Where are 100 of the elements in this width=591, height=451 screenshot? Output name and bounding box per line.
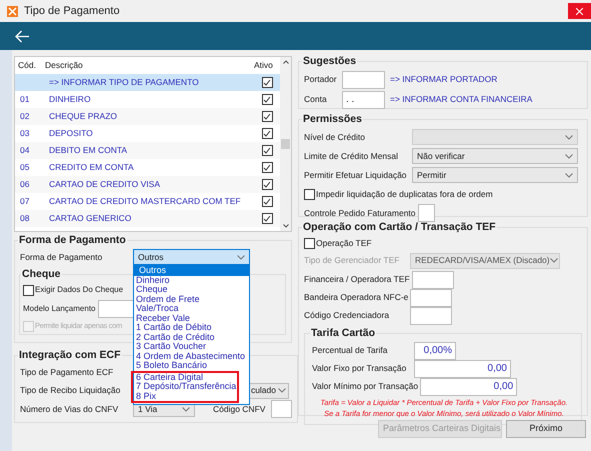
table-cell-text: 01 [19,93,30,106]
table-row[interactable]: 02 CHEQUE PRAZO [15,108,280,125]
dropdown-option[interactable]: 3 Cartão Voucher [134,342,249,352]
scroll-down-icon[interactable] [282,224,288,228]
column-header: Ativo [254,59,274,72]
column-header: Descrição [45,59,84,72]
checkbox[interactable] [262,162,272,173]
group-title: Permissões [302,112,363,127]
chevron-icon [565,154,573,159]
field-label: Financeira / Operadora TEF [304,273,411,286]
table-row[interactable]: 08 CARTAO GENERICO [15,210,280,227]
close-button[interactable] [568,3,591,19]
table-row[interactable]: 06 CARTAO DE CREDITO VISA [15,176,280,193]
group-title: Integração com ECF [18,348,122,363]
close-icon [576,8,583,14]
field-label: Percentual de Tarifa [312,344,388,357]
dropdown-option[interactable]: 7 Depósito/Transferência [134,382,237,392]
dropdown-option[interactable]: 1 Cartão de Débito [134,323,249,333]
check-icon [263,112,271,120]
checkbox[interactable] [23,284,34,296]
dropdown-option[interactable]: Dinheiro [134,276,249,286]
action-button[interactable]: Próximo [506,420,586,438]
check-icon [263,164,271,172]
field-label: Número de Vias do CNFV [20,402,120,416]
checkbox[interactable] [262,94,272,105]
table-cell-text: DINHEIRO [49,93,92,106]
input-field[interactable]: 0,00 [420,378,518,396]
input-field[interactable] [412,270,454,289]
input-field[interactable] [418,204,435,222]
checkbox[interactable] [262,111,272,122]
chevron-icon [278,388,286,394]
input-field[interactable] [410,306,452,325]
dropdown-field[interactable]: Outros [133,249,250,266]
field-label: Limite de Crédito Mensal [304,150,400,163]
dropdown-option[interactable]: Ordem de Frete [134,294,249,304]
field-label: Tipo de Recibo Liquidação [20,384,122,398]
field-label: Controle Pedido Faturamento [304,206,417,220]
table-row[interactable]: 04 DEBITO EM CONTA [15,142,280,159]
chevron-icon [237,254,245,260]
input-field[interactable]: 0,00 [414,360,511,378]
column-header: Cód. [17,59,37,72]
app-icon [7,6,18,16]
dropdown-option[interactable]: 4 Ordem de Abastecimento [134,352,249,362]
dropdown-option[interactable]: Cheque [134,285,249,295]
checkbox[interactable] [262,145,272,156]
checkbox[interactable] [304,238,315,249]
checkbox[interactable] [262,179,272,190]
field-label: Código CNFV [213,402,266,416]
field-label: Conta [304,93,328,106]
field-label: Valor Fixo por Transação [312,362,408,375]
table-cell-text: DEPOSITO [49,127,94,140]
group-title: Cheque [21,266,62,282]
field-label: Forma de Pagamento [20,250,104,264]
input-field[interactable]: 0,00% [414,342,456,360]
scroll-up-icon[interactable] [282,60,288,64]
checkbox[interactable] [304,188,315,200]
dropdown-option[interactable]: Outros [134,266,249,276]
input-field[interactable] [342,70,385,89]
chevron-icon [565,172,573,178]
input-field[interactable] [271,400,292,418]
input-field[interactable]: . . [342,90,385,109]
window-title: Tipo de Pagamento [24,4,120,19]
dropdown-field[interactable]: Permitir [412,167,578,184]
scroll-thumb[interactable] [281,139,290,149]
dropdown-option[interactable]: 8 Pix [134,392,237,402]
field-label: Tipo de Gerenciador TEF [304,254,400,268]
dropdown-option[interactable]: 2 Cartão de Crédito [134,332,249,342]
dropdown-field[interactable]: Não verificar [412,148,578,164]
table-cell-text: 07 [19,195,30,208]
field-label: Valor Mínimo por Transação [312,380,420,393]
dropdown-option[interactable]: 6 Carteira Digital [134,372,237,382]
checkbox[interactable] [262,128,272,139]
input-field[interactable] [410,288,452,307]
checkbox[interactable] [262,213,272,224]
check-icon [263,180,271,188]
scrollbar[interactable] [280,57,291,231]
dropdown-option[interactable]: 5 Boleto Bancário [134,361,249,371]
group-title: Operação com Cartão / Transação TEF [302,220,497,235]
check-icon [263,96,271,104]
check-icon [263,214,271,222]
group-title: Forma de Pagamento [18,233,127,248]
check-icon [263,146,271,154]
checkbox[interactable] [262,196,272,207]
field-label: Código Credenciadora [304,309,390,322]
chevron-icon [182,406,190,412]
link-text[interactable]: => INFORMAR PORTADOR [390,73,498,86]
dropdown-option[interactable]: Receber Vale [134,314,249,324]
field-label: Exigir Dados Do Cheque [35,284,124,296]
field-label: Nível de Crédito [304,130,366,144]
table-cell-text: 08 [19,212,30,225]
check-icon [263,198,271,206]
dropdown-option[interactable]: Vale/Troca [134,304,249,314]
link-text[interactable]: => INFORMAR CONTA FINANCEIRA [390,93,532,106]
checkbox[interactable] [262,77,272,88]
field-label: Bandeira Operadora NFC-e [304,291,410,304]
back-arrow-icon[interactable] [15,30,30,42]
field-label: Modelo Lançamento [23,303,96,315]
check-icon [263,130,271,138]
table-row[interactable]: => INFORMAR TIPO DE PAGAMENTO [15,74,280,91]
field-label: Permitir Efetuar Liquidação [304,168,408,182]
